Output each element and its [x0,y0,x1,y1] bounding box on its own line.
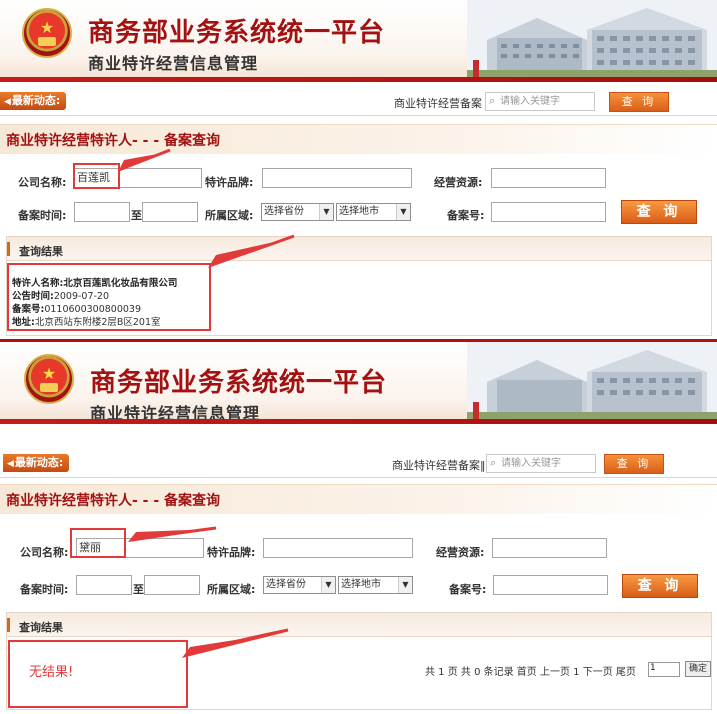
filing-link[interactable]: 商业特许经营备案 [394,95,482,111]
keyword-search-box[interactable]: ⌕ [486,454,596,473]
city-select[interactable]: 选择地市 ▼ [336,203,411,221]
national-emblem-icon: ★ [22,8,72,58]
filing-link[interactable]: 商业特许经营备案‖ [392,457,486,473]
latest-news-label: 最新动态: [14,456,64,469]
ministry-building-image [467,342,717,419]
query-button[interactable]: 查 询 [621,200,697,224]
annotation-box-result [7,263,211,331]
city-select-value: 选择地市 [341,579,381,590]
resource-input[interactable] [492,538,607,558]
record-no-input[interactable] [491,202,606,222]
date-to-input[interactable] [142,202,198,222]
navbar: ◀最新动态: 商业特许经营备案‖ ⌕ 查 询 [0,450,717,478]
keyword-search-button[interactable]: 查 询 [609,92,669,112]
province-select[interactable]: 选择省份 ▼ [263,576,336,594]
region-label: 所属区域: [205,209,254,222]
query-button[interactable]: 查 询 [622,574,698,598]
page-go-button[interactable]: 确定 [685,661,711,677]
header-divider [0,77,717,82]
site-header: ★ 商务部业务系统统一平台 商业特许经营信息管理 [0,0,717,82]
chevron-down-icon: ▼ [319,204,333,220]
filing-date-label: 备案时间: [18,209,67,222]
annotation-box-company [73,163,120,189]
section-bar: 商业特许经营特许人- - - 备案查询 [0,484,717,514]
brand-label: 特许品牌: [207,546,256,559]
keyword-search-box[interactable]: ⌕ [485,92,595,111]
record-no-input[interactable] [493,575,608,595]
latest-news-tag[interactable]: ◀最新动态: [0,92,67,110]
city-select[interactable]: 选择地市 ▼ [338,576,413,594]
province-select-value: 选择省份 [266,579,306,590]
navbar: ◀最新动态: 商业特许经营备案 ⌕ 查 询 [0,88,717,116]
annotation-box-result [8,640,188,708]
result-title: 查询结果 [19,245,63,258]
keyword-search-input[interactable] [501,456,593,471]
latest-news-tag[interactable]: ◀最新动态: [3,454,70,472]
chevron-down-icon: ▼ [396,204,410,220]
screenshot-panel-2: ★ 商务部业务系统统一平台 商业特许经营信息管理 ◀最新动态: 商业特许经营备案… [0,342,717,714]
filing-date-label: 备案时间: [20,583,69,596]
arrow-left-icon: ◀ [7,459,14,469]
result-title: 查询结果 [19,621,63,634]
resource-label: 经营资源: [434,176,483,189]
keyword-search-input[interactable] [500,94,592,109]
date-to-label: 至 [131,209,142,222]
search-icon: ⌕ [489,94,496,107]
record-no-label: 备案号: [447,209,485,222]
date-to-input[interactable] [144,575,200,595]
company-name-label: 公司名称: [18,176,67,189]
ministry-building-image [467,0,717,77]
site-header: ★ 商务部业务系统统一平台 商业特许经营信息管理 [0,342,717,424]
arrow-left-icon: ◀ [4,97,11,107]
header-divider [0,419,717,424]
site-title: 商务部业务系统统一平台 [90,368,388,398]
date-from-input[interactable] [74,202,130,222]
brand-label: 特许品牌: [205,176,254,189]
national-emblem-icon: ★ [24,354,74,404]
page-title: 商业特许经营特许人- - - 备案查询 [6,133,221,149]
keyword-search-button[interactable]: 查 询 [604,454,664,474]
pagination-text[interactable]: 共 1 页 共 0 条记录 首页 上一页 1 下一页 尾页 [425,663,636,678]
date-to-label: 至 [133,583,144,596]
result-header: 查询结果 [7,613,711,637]
province-select-value: 选择省份 [264,206,304,217]
annotation-box-company [70,528,126,558]
search-icon: ⌕ [490,456,497,469]
section-bar: 商业特许经营特许人- - - 备案查询 [0,124,717,154]
page-title: 商业特许经营特许人- - - 备案查询 [6,493,221,509]
screenshot-panel-1: ★ 商务部业务系统统一平台 商业特许经营信息管理 ◀最新动态: 商业特许经营备案 [0,0,717,340]
company-name-label: 公司名称: [20,546,69,559]
chevron-down-icon: ▼ [398,577,412,593]
result-header: 查询结果 [7,237,711,261]
brand-input[interactable] [263,538,413,558]
city-select-value: 选择地市 [339,206,379,217]
site-title: 商务部业务系统统一平台 [88,18,386,48]
brand-input[interactable] [262,168,412,188]
province-select[interactable]: 选择省份 ▼ [261,203,334,221]
resource-input[interactable] [491,168,606,188]
region-label: 所属区域: [207,583,256,596]
resource-label: 经营资源: [436,546,485,559]
latest-news-label: 最新动态: [11,94,61,107]
page-number-input[interactable]: 1 [648,662,680,677]
date-from-input[interactable] [76,575,132,595]
chevron-down-icon: ▼ [321,577,335,593]
site-subtitle: 商业特许经营信息管理 [88,54,259,73]
record-no-label: 备案号: [449,583,487,596]
